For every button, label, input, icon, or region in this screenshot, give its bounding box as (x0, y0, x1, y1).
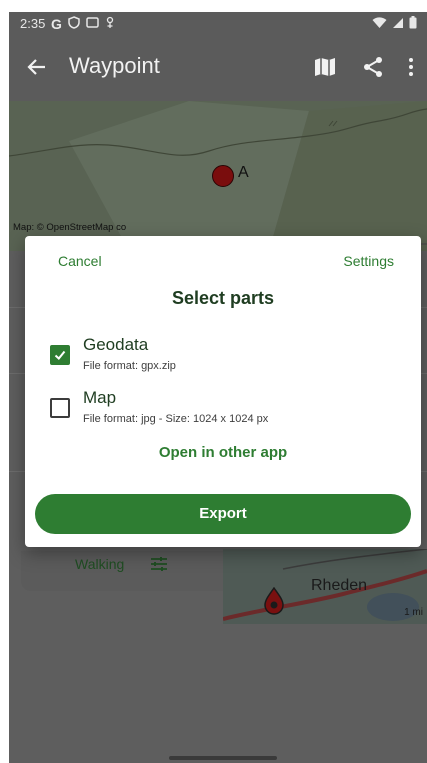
waypoint-marker[interactable] (212, 165, 234, 187)
google-g-icon: G (51, 16, 62, 32)
dialog-title: Select parts (171, 288, 275, 308)
route-card (21, 551, 231, 591)
cancel-button[interactable]: Cancel (58, 253, 102, 269)
export-button[interactable]: Export (35, 494, 411, 534)
waypoint-map[interactable]: A Map: © OpenStreetMap co (9, 101, 427, 251)
waypoint-marker-label: A (238, 164, 249, 181)
battery-icon (409, 16, 417, 34)
map-attribution: Map: © OpenStreetMap co (13, 222, 127, 233)
location-dot-icon (105, 16, 115, 32)
map-checkbox[interactable] (50, 398, 70, 418)
option-map[interactable]: Map File format: jpg - Size: 1024 x 1024… (50, 388, 410, 435)
check-icon (54, 350, 66, 360)
option-label: Geodata (83, 335, 149, 354)
map-place-label: Rheden (311, 577, 368, 594)
option-detail: File format: jpg - Size: 1024 x 1024 px (83, 413, 269, 425)
route-mode-label[interactable]: Walking (75, 556, 124, 572)
open-in-other-app-button[interactable]: Open in other app (25, 444, 421, 461)
back-arrow-icon[interactable] (25, 55, 49, 79)
wifi-icon (372, 16, 387, 34)
route-start-pin-icon (263, 586, 285, 617)
settings-button[interactable]: Settings (343, 253, 394, 269)
status-bar: 2:35 G (9, 12, 427, 35)
tune-icon[interactable] (149, 554, 169, 574)
option-detail: File format: gpx.zip (83, 360, 176, 372)
signal-icon (392, 16, 404, 34)
screen-icon (86, 16, 99, 32)
share-icon[interactable] (361, 55, 385, 79)
option-geodata[interactable]: Geodata File format: gpx.zip (50, 335, 410, 382)
gesture-home-bar[interactable] (169, 756, 277, 760)
status-time: 2:35 (20, 16, 46, 31)
shield-icon (68, 16, 80, 32)
map-scale-label: 1 mi (404, 607, 423, 618)
route-preview-map[interactable]: Rheden 1 mi (223, 549, 427, 624)
option-label: Map (83, 388, 117, 407)
page-title: Waypoint (69, 53, 160, 78)
select-parts-dialog: Cancel Settings Select parts Geodata Fil… (25, 236, 421, 547)
app-bar: Waypoint (9, 35, 427, 101)
map-icon[interactable] (313, 55, 337, 79)
overflow-menu-icon[interactable] (405, 55, 417, 79)
screen: 2:35 G Waypoint A Map: © OpenStreetMap c… (9, 12, 427, 763)
geodata-checkbox[interactable] (50, 345, 70, 365)
